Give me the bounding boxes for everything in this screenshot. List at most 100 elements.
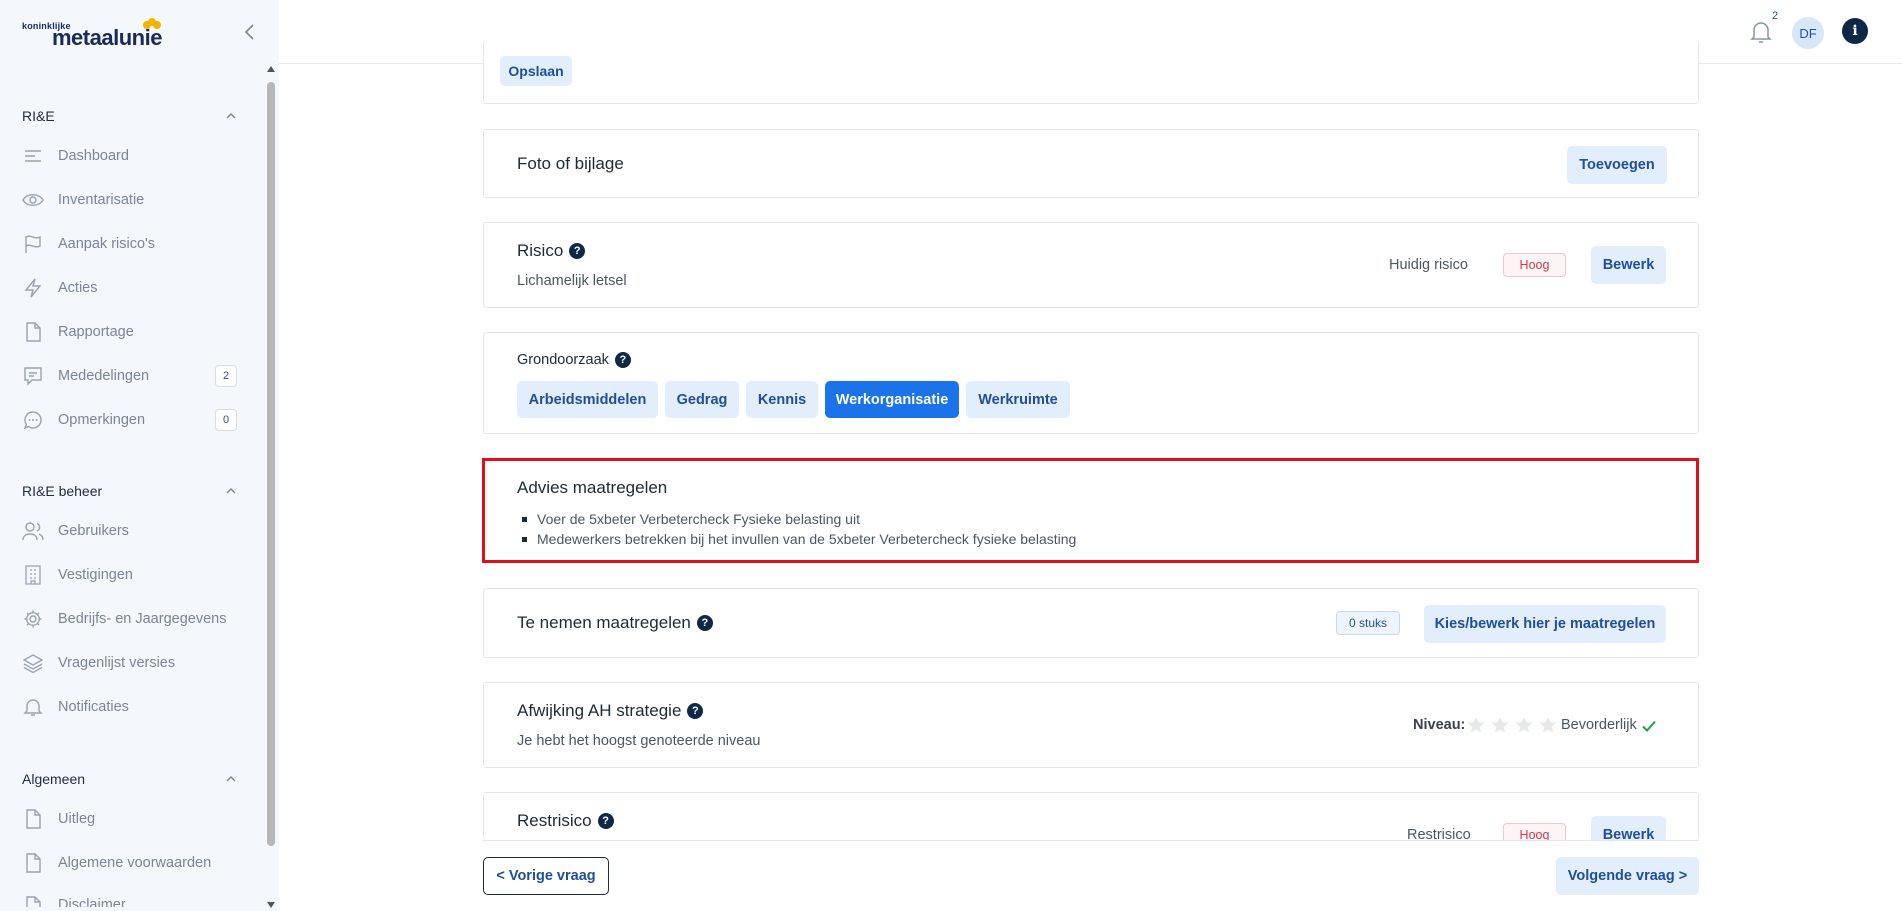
advies-item: Medewerkers betrekken bij het invullen v… bbox=[537, 531, 1077, 547]
sidebar-item-vragenlijst-versies[interactable]: Vragenlijst versies bbox=[22, 641, 237, 685]
option-kennis[interactable]: Kennis bbox=[746, 381, 818, 418]
help-icon[interactable]: ? bbox=[569, 243, 586, 259]
option-arbeidsmiddelen[interactable]: Arbeidsmiddelen bbox=[517, 381, 658, 418]
sidebar-item-vestigingen[interactable]: Vestigingen bbox=[22, 553, 237, 597]
card-afwijking-ah-strategie: Afwijking AH strategie ? Je hebt het hoo… bbox=[483, 682, 1699, 768]
notifications-count: 2 bbox=[1772, 10, 1779, 22]
grondoorzaak-title: Grondoorzaak ? bbox=[517, 352, 631, 368]
sidebar-item-acties[interactable]: Acties bbox=[22, 266, 237, 310]
section-title: RI&E beheer bbox=[22, 483, 103, 499]
help-icon[interactable]: ? bbox=[597, 813, 614, 829]
crown-icon bbox=[143, 18, 161, 29]
te-nemen-title: Te nemen maatregelen ? bbox=[517, 613, 713, 633]
sidebar-item-bedrijfsgegevens[interactable]: Bedrijfs- en Jaargegevens bbox=[22, 597, 237, 641]
advies-item: Voer de 5xbeter Verbetercheck Fysieke be… bbox=[537, 509, 1076, 529]
menu-lines-icon bbox=[22, 145, 44, 167]
avatar[interactable]: DF bbox=[1792, 17, 1824, 49]
star-icon bbox=[1515, 716, 1533, 733]
chevron-up-icon bbox=[226, 113, 236, 119]
option-gedrag[interactable]: Gedrag bbox=[665, 381, 739, 418]
sidebar: koninklijke metaalunie RI&E Dashboard In… bbox=[0, 0, 279, 911]
metaalunie-logo[interactable]: koninklijke metaalunie bbox=[22, 18, 192, 52]
help-icon[interactable]: ? bbox=[614, 352, 631, 368]
next-question-button[interactable]: Volgende vraag > bbox=[1556, 857, 1699, 895]
sidebar-item-algemene-voorwaarden[interactable]: Algemene voorwaarden bbox=[22, 841, 237, 885]
section-rie: RI&E Dashboard Inventarisatie Aanpak ris… bbox=[22, 106, 237, 442]
building-icon bbox=[22, 564, 44, 586]
chevron-up-icon bbox=[226, 776, 236, 782]
layers-icon bbox=[22, 652, 44, 674]
users-icon bbox=[22, 520, 44, 542]
edit-restrisico-button[interactable]: Bewerk bbox=[1591, 816, 1666, 840]
card-te-nemen-maatregelen: Te nemen maatregelen ? 0 stuks Kies/bewe… bbox=[483, 588, 1699, 658]
opmerkingen-count: 0 bbox=[215, 409, 237, 431]
niveau-stars bbox=[1467, 716, 1557, 734]
section-title: RI&E bbox=[22, 108, 55, 124]
restrisico-title: Restrisico ? bbox=[517, 811, 614, 831]
card-grondoorzaak: Grondoorzaak ? Arbeidsmiddelen Gedrag Ke… bbox=[483, 332, 1699, 434]
document-icon bbox=[22, 852, 44, 874]
save-button[interactable]: Opslaan bbox=[500, 56, 572, 86]
mededelingen-count: 2 bbox=[215, 365, 237, 387]
chevron-up-icon bbox=[226, 488, 236, 494]
scroll-up-arrow[interactable] bbox=[267, 66, 275, 72]
collapse-sidebar-icon[interactable] bbox=[243, 22, 257, 42]
section-title: Algemeen bbox=[22, 771, 86, 787]
star-icon bbox=[1467, 716, 1485, 733]
section-header-rie-beheer[interactable]: RI&E beheer bbox=[22, 481, 237, 501]
restrisico-level-badge: Hoog bbox=[1503, 823, 1566, 840]
sidebar-item-rapportage[interactable]: Rapportage bbox=[22, 310, 237, 354]
add-attachment-button[interactable]: Toevoegen bbox=[1567, 146, 1667, 184]
sidebar-item-notificaties[interactable]: Notificaties bbox=[22, 685, 237, 729]
document-icon bbox=[22, 808, 44, 830]
restrisico-label: Restrisico bbox=[1407, 827, 1471, 840]
card-advies-maatregelen: Advies maatregelen Voer de 5xbeter Verbe… bbox=[482, 458, 1699, 563]
sidebar-scrollbar[interactable] bbox=[266, 66, 276, 908]
section-algemeen: Algemeen Uitleg Algemene voorwaarden Dis… bbox=[22, 769, 237, 907]
gear-icon bbox=[22, 608, 44, 630]
card-foto-bijlage: Foto of bijlage Toevoegen bbox=[483, 129, 1699, 198]
notifications-bell-icon[interactable] bbox=[1749, 19, 1773, 45]
niveau-label: Niveau: bbox=[1413, 717, 1466, 733]
divider bbox=[483, 840, 1699, 841]
lightning-icon bbox=[22, 277, 44, 299]
niveau-value: Bevorderlijk bbox=[1561, 717, 1637, 733]
card-restrisico: Restrisico ? Restrisico Hoog Bewerk bbox=[483, 792, 1699, 840]
edit-risk-button[interactable]: Bewerk bbox=[1591, 246, 1666, 284]
sidebar-item-aanpak-risicos[interactable]: Aanpak risico's bbox=[22, 222, 237, 266]
risico-title: Risico ? bbox=[517, 241, 586, 261]
document-icon bbox=[22, 895, 44, 907]
option-werkorganisatie-selected[interactable]: Werkorganisatie bbox=[825, 381, 959, 418]
sidebar-item-uitleg[interactable]: Uitleg bbox=[22, 797, 237, 841]
flag-icon bbox=[22, 233, 44, 255]
sidebar-item-dashboard[interactable]: Dashboard bbox=[22, 134, 237, 178]
scroll-down-arrow[interactable] bbox=[267, 902, 275, 908]
section-header-algemeen[interactable]: Algemeen bbox=[22, 769, 237, 789]
maatregelen-count-badge: 0 stuks bbox=[1336, 611, 1400, 635]
sidebar-item-disclaimer[interactable]: Disclaimer bbox=[22, 885, 237, 907]
previous-question-button[interactable]: < Vorige vraag bbox=[483, 857, 609, 895]
scroll-thumb[interactable] bbox=[267, 82, 275, 846]
help-icon[interactable]: ? bbox=[687, 703, 704, 719]
advies-list: Voer de 5xbeter Verbetercheck Fysieke be… bbox=[537, 509, 1076, 549]
info-button[interactable]: i bbox=[1842, 18, 1868, 44]
sidebar-item-inventarisatie[interactable]: Inventarisatie bbox=[22, 178, 237, 222]
risk-level-badge: Hoog bbox=[1503, 253, 1566, 277]
option-werkruimte[interactable]: Werkruimte bbox=[966, 381, 1070, 418]
star-icon bbox=[1491, 716, 1509, 733]
sidebar-item-opmerkingen[interactable]: Opmerkingen 0 bbox=[22, 398, 237, 442]
choose-measures-button[interactable]: Kies/bewerk hier je maatregelen bbox=[1424, 605, 1666, 643]
sidebar-item-mededelingen[interactable]: Mededelingen 2 bbox=[22, 354, 237, 398]
help-icon[interactable]: ? bbox=[696, 615, 713, 631]
chat-icon bbox=[22, 409, 44, 431]
grondoorzaak-options: Arbeidsmiddelen Gedrag Kennis Werkorgani… bbox=[517, 381, 1070, 418]
bell-icon bbox=[22, 696, 44, 718]
star-icon bbox=[1539, 716, 1557, 733]
foto-title: Foto of bijlage bbox=[517, 154, 624, 173]
afwijking-title: Afwijking AH strategie ? bbox=[517, 701, 704, 721]
sidebar-item-gebruikers[interactable]: Gebruikers bbox=[22, 509, 237, 553]
section-rie-beheer: RI&E beheer Gebruikers Vestigingen Bedri… bbox=[22, 481, 237, 729]
card-risico: Risico ? Lichamelijk letsel Huidig risic… bbox=[483, 222, 1699, 308]
section-header-rie[interactable]: RI&E bbox=[22, 106, 237, 126]
check-icon bbox=[1642, 720, 1656, 732]
